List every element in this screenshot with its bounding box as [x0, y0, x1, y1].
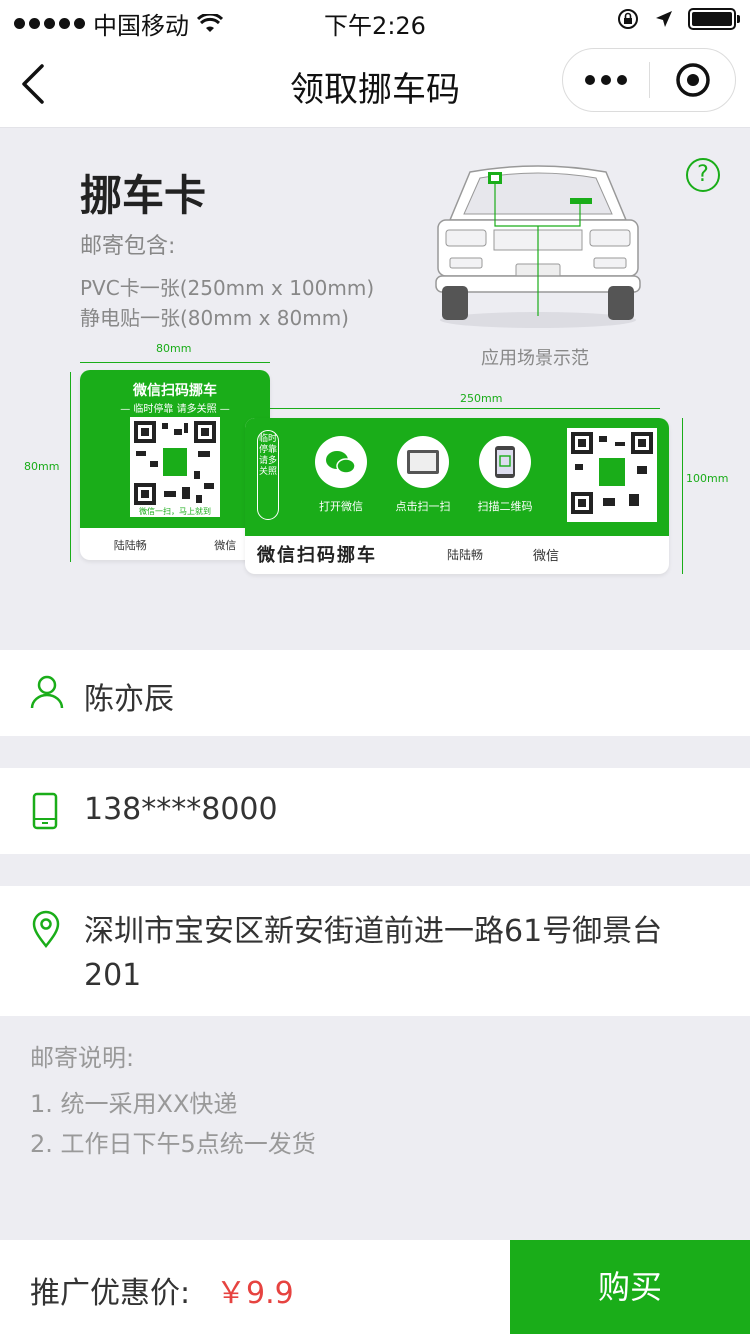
step-tap-scan: 点击扫一扫 [383, 436, 463, 514]
purchase-bar: 推广优惠价: ￥9.9 购买 [0, 1240, 750, 1334]
phone-qr-icon [479, 436, 531, 488]
location-arrow-icon [656, 11, 672, 27]
includes-label: 邮寄包含: [80, 234, 176, 259]
wechat-label: 微信 [533, 548, 560, 564]
brand-label: 陆陆畅 [447, 547, 484, 562]
step-label: 打开微信 [319, 500, 363, 513]
shipping-notes-title: 邮寄说明: [30, 1044, 135, 1072]
address-row[interactable]: 深圳市宝安区新安街道前进一路61号御景台201 [0, 886, 750, 1016]
car-illustration [435, 165, 641, 328]
mini-program-capsule [562, 48, 736, 112]
close-mini-program-button[interactable] [650, 62, 735, 98]
dim-small-height: 80mm [24, 460, 60, 473]
step-open-wechat: 打开微信 [301, 436, 381, 514]
dim-line [270, 408, 660, 409]
location-pin-icon [32, 910, 60, 948]
step-label: 点击扫一扫 [395, 500, 451, 513]
step-scan-qr: 扫描二维码 [465, 436, 545, 514]
buy-button[interactable]: 购买 [510, 1240, 750, 1334]
sticker-card-illustration: 微信扫码挪车 — 临时停靠 请多关照 — 微信一扫，马上就到 陆陆畅 微信 [80, 370, 270, 560]
phone-row[interactable]: 138****8000 [0, 768, 750, 854]
phone-icon [32, 792, 58, 830]
price-value: ￥9.9 [216, 1276, 294, 1311]
pvc-card-illustration: 临时停靠 请多关照 打开微信 点击扫一扫 扫描二维码 微信扫码挪车 陆陆畅 微信 [245, 418, 669, 574]
step-label: 扫描二维码 [477, 500, 533, 513]
pvc-bottom-row: 微信扫码挪车 陆陆畅 微信 [257, 538, 657, 570]
card-hero: 挪车卡 邮寄包含: PVC卡一张(250mm x 100mm) 静电贴一张(80… [0, 128, 750, 648]
brand-label: 陆陆畅 [113, 539, 147, 552]
orientation-lock-icon [618, 9, 638, 29]
dim-line [682, 418, 683, 574]
name-row[interactable]: 陈亦辰 [0, 650, 750, 736]
pvc-title: 微信扫码挪车 [257, 545, 377, 566]
status-right [616, 7, 740, 31]
phone-scan-icon [397, 436, 449, 488]
address-field[interactable]: 深圳市宝安区新安街道前进一路61号御景台201 [84, 910, 714, 998]
qr-code-icon [130, 417, 220, 509]
help-icon[interactable]: ? [686, 158, 720, 192]
sticker-subtitle: — 临时停靠 请多关照 — [120, 404, 230, 415]
dim-long-width: 250mm [460, 392, 503, 405]
user-icon [30, 675, 64, 709]
phone-field[interactable]: 138****8000 [84, 792, 278, 827]
dim-line [70, 372, 71, 562]
battery-icon [688, 8, 740, 30]
price-label: 推广优惠价: [30, 1276, 191, 1311]
name-field[interactable]: 陈亦辰 [84, 674, 174, 718]
qr-code-icon [567, 428, 657, 522]
card-title: 挪车卡 [80, 171, 207, 220]
shipping-note-1: 1. 统一采用XX快递 [30, 1090, 238, 1118]
shipping-note-2: 2. 工作日下午5点统一发货 [30, 1130, 316, 1158]
include-item-pvc: PVC卡一张(250mm x 100mm) [80, 276, 375, 300]
car-caption: 应用场景示范 [481, 348, 589, 369]
nav-bar: 领取挪车码 [0, 40, 750, 128]
pvc-vertical-text: 临时停靠 请多关照 [257, 430, 279, 520]
status-bar: 中国移动 下午2:26 [0, 0, 750, 40]
target-icon [675, 63, 710, 97]
dim-long-height: 100mm [686, 472, 729, 485]
wechat-label: 微信 [214, 539, 237, 552]
dim-line [80, 362, 270, 363]
more-button[interactable] [563, 49, 649, 111]
sticker-brand-row: 陆陆畅 微信 [80, 530, 270, 560]
sticker-title: 微信扫码挪车 [133, 383, 217, 399]
wechat-icon [315, 436, 367, 488]
sticker-footnote: 微信一扫，马上就到 [130, 506, 220, 517]
include-item-sticker: 静电贴一张(80mm x 80mm) [80, 306, 349, 330]
dim-small-width: 80mm [156, 342, 192, 355]
